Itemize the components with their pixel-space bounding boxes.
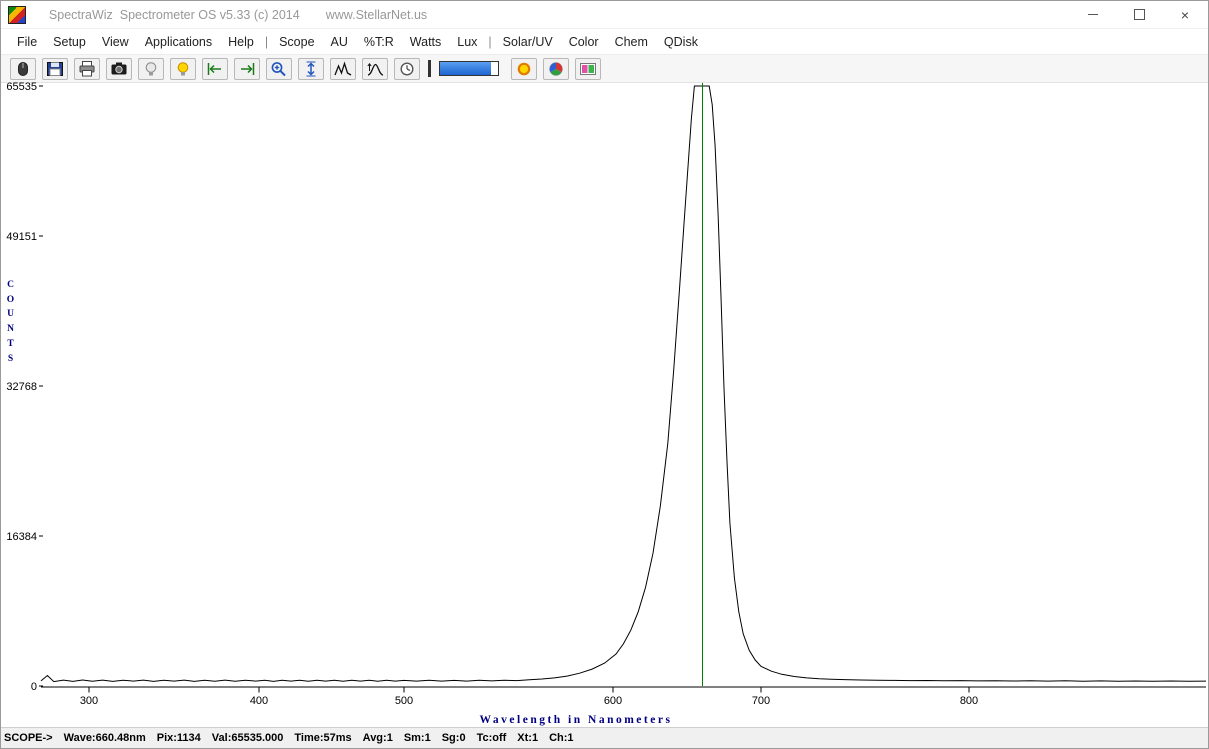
- palette-icon: [577, 60, 599, 78]
- save-button[interactable]: [42, 58, 68, 80]
- spectrum-plot[interactable]: [1, 80, 1208, 728]
- cursor-left-button[interactable]: [202, 58, 228, 80]
- status-smoothing: Sm:1: [404, 732, 431, 744]
- status-temp-comp: Tc:off: [477, 732, 507, 744]
- close-button[interactable]: ×: [1162, 1, 1208, 28]
- spectrum-peaks-icon: [332, 60, 354, 78]
- menu-item-setup[interactable]: Setup: [45, 35, 94, 49]
- status-pixel: Pix:1134: [157, 732, 201, 744]
- app-version: Spectrometer OS v5.33 (c) 2014: [120, 8, 300, 22]
- y-axis-label-letter: N: [4, 322, 17, 337]
- sun-button[interactable]: [511, 58, 537, 80]
- spectrawiz-window: { "window": { "app_name": "SpectraWiz", …: [0, 0, 1209, 749]
- print-button[interactable]: [74, 58, 100, 80]
- print-icon: [76, 60, 98, 78]
- status-bar: SCOPE-> Wave:660.48nm Pix:1134 Val:65535.00…: [1, 727, 1208, 748]
- close-icon: ×: [1181, 7, 1189, 23]
- menu-item-lux[interactable]: Lux: [449, 35, 485, 49]
- signal-meter: [439, 61, 499, 76]
- menu-item-applications[interactable]: Applications: [137, 35, 220, 49]
- save-icon: [44, 60, 66, 78]
- window-title: SpectraWiz Spectrometer OS v5.33 (c) 201…: [35, 0, 300, 36]
- menu-item-help[interactable]: Help: [220, 35, 262, 49]
- color-wheel-button[interactable]: [543, 58, 569, 80]
- menu-item-color[interactable]: Color: [561, 35, 607, 49]
- window-controls: ×: [1070, 1, 1208, 28]
- menu-item-qdisk[interactable]: QDisk: [656, 35, 706, 49]
- y-axis-label: COUNTS: [4, 278, 17, 366]
- signal-meter-fill: [440, 62, 491, 75]
- menu-item-scope[interactable]: Scope: [271, 35, 322, 49]
- status-channel: Ch:1: [549, 732, 573, 744]
- y-axis-label-letter: U: [4, 307, 17, 322]
- peak-up-button[interactable]: [362, 58, 388, 80]
- status-wavelength: Wave:660.48nm: [64, 732, 146, 744]
- toolbar: [1, 54, 1208, 83]
- autoscale-icon: [300, 60, 322, 78]
- status-mode: SCOPE->: [4, 732, 53, 744]
- bulb-on-icon: [172, 60, 194, 78]
- zoom-in-icon: [268, 60, 290, 78]
- menu-item-au[interactable]: AU: [323, 35, 356, 49]
- status-signal-gain: Sg:0: [442, 732, 466, 744]
- palette-button[interactable]: [575, 58, 601, 80]
- menu-item-watts[interactable]: Watts: [402, 35, 449, 49]
- spectrum-peaks-button[interactable]: [330, 58, 356, 80]
- status-x-timing: Xt:1: [517, 732, 538, 744]
- status-value: Val:65535.000: [212, 732, 284, 744]
- menu-item--t-r[interactable]: %T:R: [356, 35, 402, 49]
- title-bar: SpectraWiz Spectrometer OS v5.33 (c) 201…: [1, 1, 1208, 29]
- app-icon: [8, 6, 26, 24]
- color-wheel-icon: [545, 60, 567, 78]
- maximize-button[interactable]: [1116, 1, 1162, 28]
- cursor-left-icon: [204, 60, 226, 78]
- time-clock-icon: [396, 60, 418, 78]
- y-axis-label-letter: S: [4, 352, 17, 367]
- autoscale-button[interactable]: [298, 58, 324, 80]
- status-averages: Avg:1: [363, 732, 393, 744]
- bulb-off-button[interactable]: [138, 58, 164, 80]
- minimize-button[interactable]: [1070, 1, 1116, 28]
- mouse-button[interactable]: [10, 58, 36, 80]
- menu-item-solar-uv[interactable]: Solar/UV: [495, 35, 561, 49]
- status-integration-time: Time:57ms: [294, 732, 351, 744]
- y-axis-label-letter: T: [4, 337, 17, 352]
- peak-up-icon: [364, 60, 386, 78]
- menu-item-chem[interactable]: Chem: [607, 35, 656, 49]
- maximize-icon: [1134, 9, 1145, 20]
- cursor-right-icon: [236, 60, 258, 78]
- camera-icon: [108, 60, 130, 78]
- slider-handle[interactable]: [428, 60, 431, 77]
- zoom-in-button[interactable]: [266, 58, 292, 80]
- bulb-on-button[interactable]: [170, 58, 196, 80]
- time-clock-button[interactable]: [394, 58, 420, 80]
- menu-item-file[interactable]: File: [9, 35, 45, 49]
- vendor-website-link[interactable]: www.StellarNet.us: [326, 8, 427, 22]
- mouse-icon: [12, 60, 34, 78]
- x-axis-label: Wavelength in Nanometers: [1, 714, 1151, 726]
- menu-separator: |: [262, 35, 271, 49]
- app-name: SpectraWiz: [49, 8, 113, 22]
- y-axis-label-letter: O: [4, 293, 17, 308]
- bulb-off-icon: [140, 60, 162, 78]
- menu-separator: |: [485, 35, 494, 49]
- menu-item-view[interactable]: View: [94, 35, 137, 49]
- minimize-icon: [1088, 14, 1098, 15]
- y-axis-label-letter: C: [4, 278, 17, 293]
- cursor-right-button[interactable]: [234, 58, 260, 80]
- camera-button[interactable]: [106, 58, 132, 80]
- sun-icon: [513, 60, 535, 78]
